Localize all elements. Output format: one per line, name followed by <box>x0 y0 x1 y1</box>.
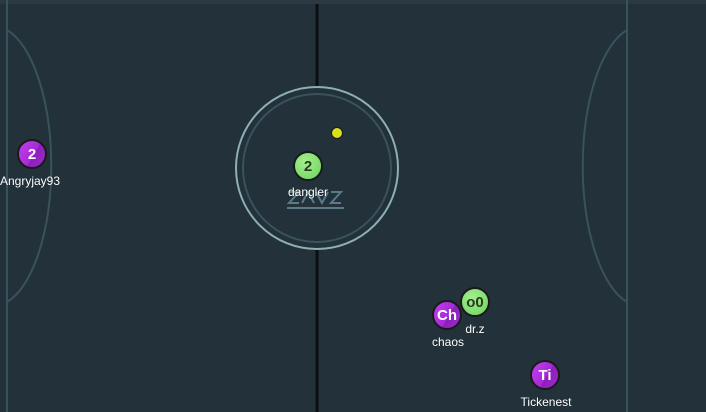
player-name-dangler: dangler <box>287 185 329 199</box>
player-token-angryjay93[interactable]: 2 <box>17 139 47 169</box>
player-token-drz[interactable]: o0 <box>460 287 490 317</box>
player-token-tickenest[interactable]: Ti <box>530 360 560 390</box>
player-badge: o0 <box>466 293 484 311</box>
player-badge: Ti <box>538 366 552 384</box>
player-name-drz: dr.z <box>465 322 485 336</box>
player-badge: 2 <box>303 157 313 175</box>
right-zone-arc <box>581 29 628 303</box>
player-badge: Ch <box>437 306 457 324</box>
player-badge: 2 <box>27 145 37 163</box>
player-name-chaos: chaos <box>431 335 465 349</box>
player-name-tickenest: Tickenest <box>520 395 572 409</box>
puck-icon <box>331 127 343 139</box>
player-token-chaos[interactable]: Ch <box>432 300 462 330</box>
hockey-field: 2 dangler o0 dr.z 2 Angryjay93 Ch chaos … <box>0 0 706 412</box>
field-markings <box>0 0 706 412</box>
player-name-angryjay93: Angryjay93 <box>0 174 61 188</box>
top-boundary <box>0 0 706 4</box>
player-token-dangler[interactable]: 2 <box>293 151 323 181</box>
